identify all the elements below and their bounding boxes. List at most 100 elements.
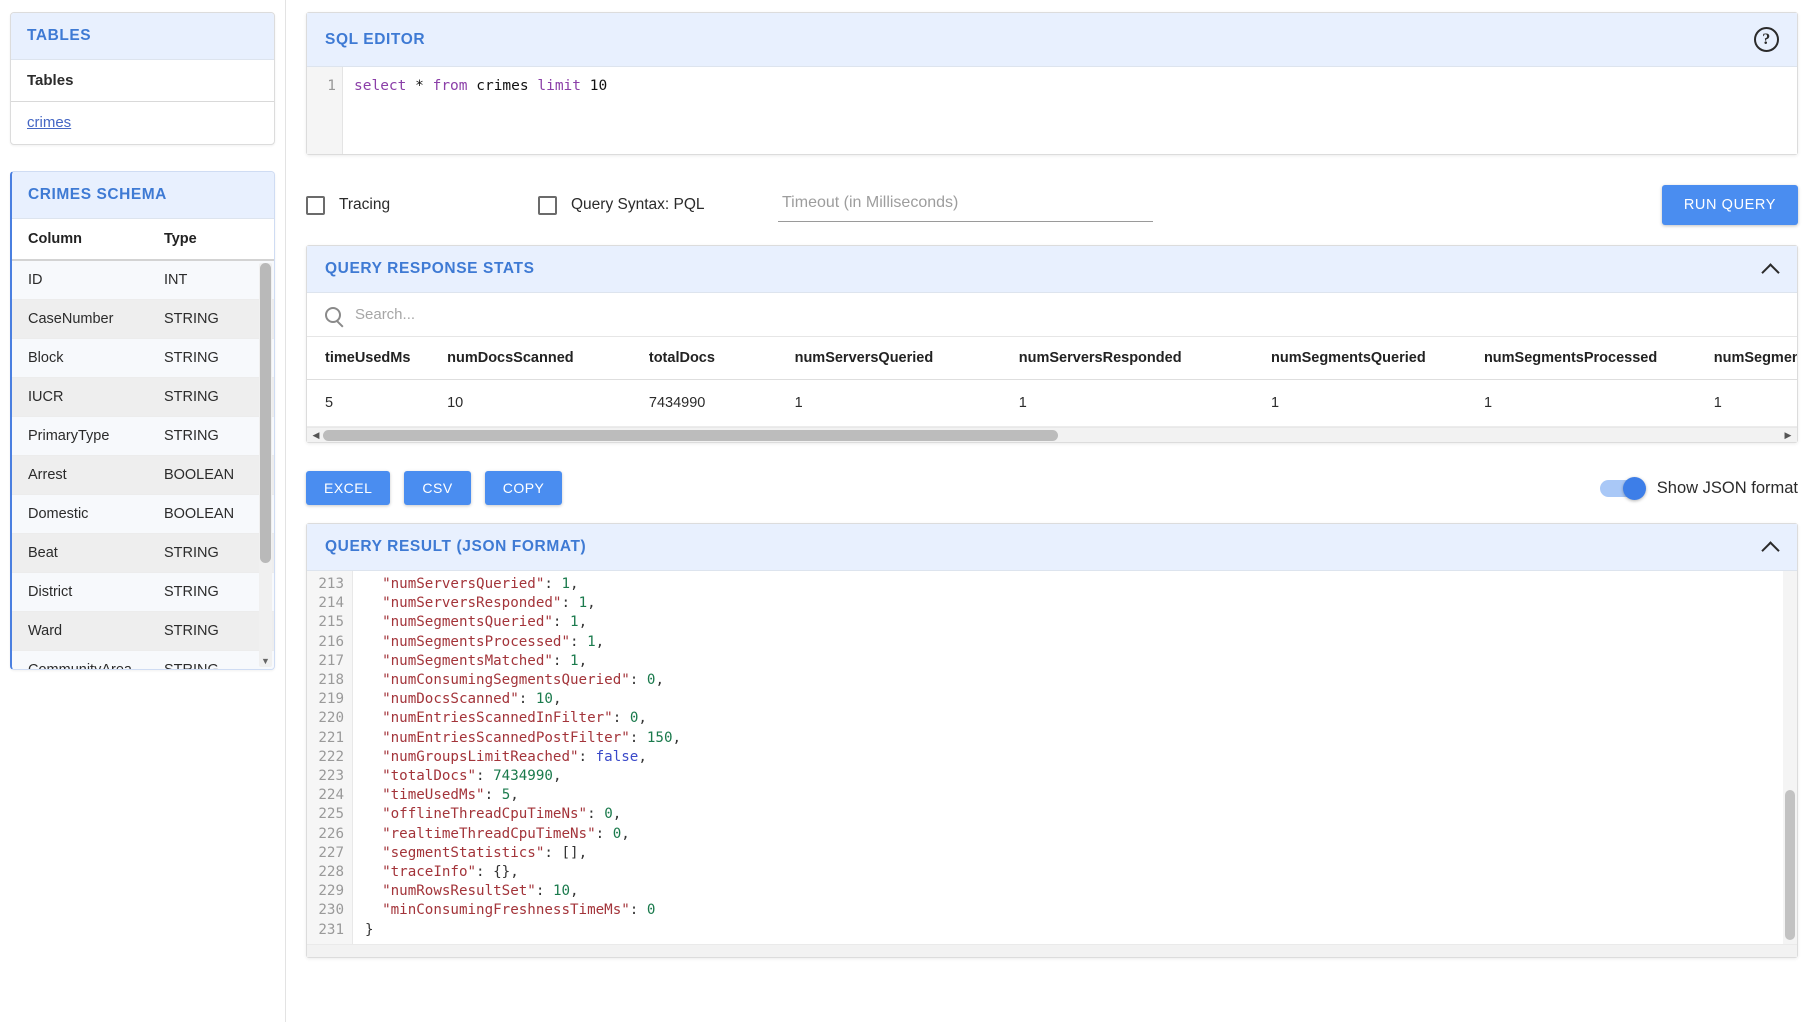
stats-header-cell[interactable]: numSegmentsMatched [1714,337,1797,380]
sql-token: from [433,78,468,94]
tables-subheader: Tables [11,60,274,102]
json-comma: , [579,614,588,630]
json-vertical-scrollbar[interactable] [1783,571,1797,944]
json-value: {} [493,864,510,880]
stats-horizontal-scrollbar[interactable]: ◀ ▶ [307,427,1797,442]
stats-header-cell[interactable]: numSegmentsQueried [1271,337,1484,380]
json-key: "numConsumingSegmentsQueried" [365,672,630,688]
schema-cell-type: BOOLEAN [148,495,274,534]
json-line-number: 220 [307,709,344,728]
scroll-right-arrow-icon[interactable]: ▶ [1781,428,1795,443]
json-line: "numServersQueried": 1, [365,575,681,594]
schema-cell-column: PrimaryType [12,417,148,456]
show-json-toggle-wrap[interactable]: Show JSON format [1600,479,1798,498]
stats-header-cell[interactable]: totalDocs [649,337,795,380]
json-horizontal-scrollbar[interactable] [307,944,1797,957]
json-value: 10 [553,883,570,899]
json-key: "offlineThreadCpuTimeNs" [365,806,587,822]
sql-token: 10 [590,78,607,94]
json-line-number: 225 [307,805,344,824]
json-separator: : [519,691,536,707]
stats-table: timeUsedMsnumDocsScannedtotalDocsnumServ… [307,337,1797,427]
schema-row: WardSTRING [12,612,274,651]
schema-scroll-area: Column Type IDINTCaseNumberSTRINGBlockST… [12,219,274,669]
json-line-number: 216 [307,633,344,652]
stats-scrollbar-thumb[interactable] [323,430,1058,441]
json-comma: , [570,576,579,592]
json-separator: : [544,845,561,861]
json-line-number: 224 [307,786,344,805]
stats-cell: 1 [1019,380,1271,427]
stats-header-cell[interactable]: numServersResponded [1019,337,1271,380]
pql-checkbox-wrap[interactable]: Query Syntax: PQL [538,196,778,215]
json-line-number: 226 [307,825,344,844]
stats-header-cell[interactable]: numServersQueried [795,337,1019,380]
json-key: "minConsumingFreshnessTimeMs" [365,902,630,918]
json-comma: , [613,806,622,822]
json-scrollbar-thumb[interactable] [1785,790,1795,940]
stats-header-cell[interactable]: numDocsScanned [447,337,649,380]
stats-header-cell[interactable]: numSegmentsProcessed [1484,337,1714,380]
scroll-down-arrow-icon[interactable]: ▼ [259,655,272,667]
sql-token: select [354,78,406,94]
json-line-number: 219 [307,690,344,709]
sql-query-text[interactable]: select * from crimes limit 10 [343,67,607,154]
json-separator: : [476,768,493,784]
json-key: "numSegmentsMatched" [365,653,553,669]
json-key: "numServersResponded" [365,595,561,611]
stats-header-row: timeUsedMsnumDocsScannedtotalDocsnumServ… [307,337,1797,380]
help-circle-icon[interactable]: ? [1754,27,1779,52]
json-line: "numDocsScanned": 10, [365,690,681,709]
json-key: "numEntriesScannedPostFilter" [365,730,630,746]
stats-cell: 7434990 [649,380,795,427]
timeout-field-wrap[interactable] [778,188,1153,222]
json-comma: , [553,691,562,707]
json-key: "numEntriesScannedInFilter" [365,710,613,726]
stats-header: QUERY RESPONSE STATS [307,246,1797,293]
schema-cell-type: BOOLEAN [148,456,274,495]
json-comma: , [579,653,588,669]
schema-cell-column: ID [12,260,148,300]
schema-scrollbar[interactable]: ▲ ▼ [259,263,272,667]
json-result-code[interactable]: "numServersQueried": 1, "numServersRespo… [353,571,681,944]
json-line: "realtimeThreadCpuTimeNs": 0, [365,825,681,844]
chevron-up-icon[interactable] [1763,261,1779,277]
json-line: "segmentStatistics": [], [365,844,681,863]
export-csv-button[interactable]: CSV [404,471,470,505]
schema-row: IDINT [12,260,274,300]
json-result-body[interactable]: 2132142152162172182192202212222232242252… [307,571,1797,944]
sql-editor-body[interactable]: 1 select * from crimes limit 10 [307,67,1797,154]
schema-row: PrimaryTypeSTRING [12,417,274,456]
export-excel-button[interactable]: EXCEL [306,471,390,505]
tables-panel: TABLES Tables crimes [10,12,275,145]
scrollbar-thumb[interactable] [260,263,271,563]
json-line: "numRowsResultSet": 10, [365,882,681,901]
json-comma: , [638,749,647,765]
schema-row: ArrestBOOLEAN [12,456,274,495]
json-key: "numDocsScanned" [365,691,519,707]
pql-checkbox[interactable] [538,196,557,215]
chevron-up-icon[interactable] [1763,539,1779,555]
json-line-gutter: 2132142152162172182192202212222232242252… [307,571,353,944]
table-link-crimes[interactable]: crimes [27,114,71,131]
sql-token [406,78,415,94]
copy-button[interactable]: COPY [485,471,563,505]
schema-row: CommunityAreaSTRING [12,651,274,670]
scroll-left-arrow-icon[interactable]: ◀ [309,428,323,443]
timeout-input[interactable] [780,193,1151,213]
json-value: 1 [587,634,596,650]
tracing-checkbox-wrap[interactable]: Tracing [306,196,538,215]
stats-search-input[interactable] [353,305,653,324]
json-line-number: 221 [307,729,344,748]
json-comma: , [621,826,630,842]
query-response-stats-panel: QUERY RESPONSE STATS timeUsedMsnumDocsSc… [306,245,1798,443]
stats-search-row[interactable] [307,293,1797,337]
show-json-toggle[interactable] [1600,480,1644,497]
run-query-button[interactable]: RUN QUERY [1662,185,1798,225]
schema-cell-type: STRING [148,417,274,456]
json-value: [] [561,845,578,861]
result-header: QUERY RESULT (JSON FORMAT) [307,524,1797,571]
stats-header-cell[interactable]: timeUsedMs [307,337,447,380]
tracing-checkbox[interactable] [306,196,325,215]
json-separator: : [544,576,561,592]
